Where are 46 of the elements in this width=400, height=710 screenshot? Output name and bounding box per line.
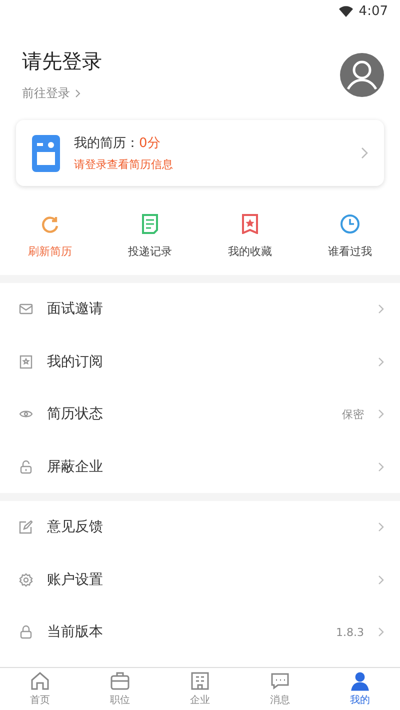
quick-action[interactable]: 投递记录 — [100, 214, 200, 259]
menu-item[interactable]: 简历状态 保密 — [0, 388, 400, 440]
menu-item[interactable]: 我的订阅 — [0, 336, 400, 388]
edit-icon — [19, 520, 33, 534]
resume-card[interactable]: 我的简历：0分 请登录查看简历信息 — [16, 120, 384, 186]
settings-icon — [19, 572, 33, 587]
nav-tab[interactable]: 首页 — [0, 668, 80, 710]
menu-value: 1.8.3 — [336, 626, 364, 639]
menu-item[interactable]: 账户设置 — [0, 554, 400, 606]
home-icon — [30, 671, 50, 691]
login-prompt-title: 请先登录 — [22, 48, 102, 75]
chevron-icon — [361, 147, 368, 159]
quick-action[interactable]: 谁看过我 — [300, 214, 400, 259]
nav-tab[interactable]: 职位 — [80, 668, 160, 710]
menu-item[interactable]: 屏蔽企业 — [0, 440, 400, 493]
bookmark-icon — [19, 354, 33, 369]
chevron-icon — [378, 409, 384, 420]
resume-icon — [32, 134, 60, 172]
message-icon — [270, 671, 290, 691]
unlocked-padlock-icon — [19, 460, 33, 474]
wifi-icon — [338, 6, 353, 16]
chevron-icon — [378, 462, 384, 472]
menu-value: 保密 — [342, 406, 364, 422]
chevron-icon — [378, 356, 384, 367]
menu-item[interactable]: 面试邀请 — [0, 283, 400, 336]
login-link[interactable]: 前往登录 — [22, 85, 102, 102]
resume-hint: 请登录查看简历信息 — [74, 157, 174, 172]
person-icon — [350, 671, 370, 691]
nav-tab[interactable]: 我的 — [320, 668, 400, 710]
briefcase-icon — [110, 671, 130, 691]
chevron-icon — [75, 89, 81, 98]
padlock-icon — [19, 625, 33, 640]
avatar-icon[interactable] — [340, 53, 384, 97]
nav-tab[interactable]: 消息 — [240, 668, 320, 710]
nav-tab[interactable]: 企业 — [160, 668, 240, 710]
mail-icon — [19, 302, 33, 316]
menu-item[interactable]: 当前版本 1.8.3 — [0, 606, 400, 658]
chevron-icon — [378, 574, 384, 585]
quick-action[interactable]: 我的收藏 — [200, 214, 300, 259]
chevron-icon — [378, 522, 384, 532]
clock-time: 4:07 — [358, 4, 388, 18]
building-icon — [190, 671, 210, 691]
menu-item[interactable]: 意见反馈 — [0, 501, 400, 554]
chevron-icon — [378, 627, 384, 638]
chevron-icon — [378, 304, 384, 314]
resume-score: 我的简历：0分 — [74, 135, 162, 152]
